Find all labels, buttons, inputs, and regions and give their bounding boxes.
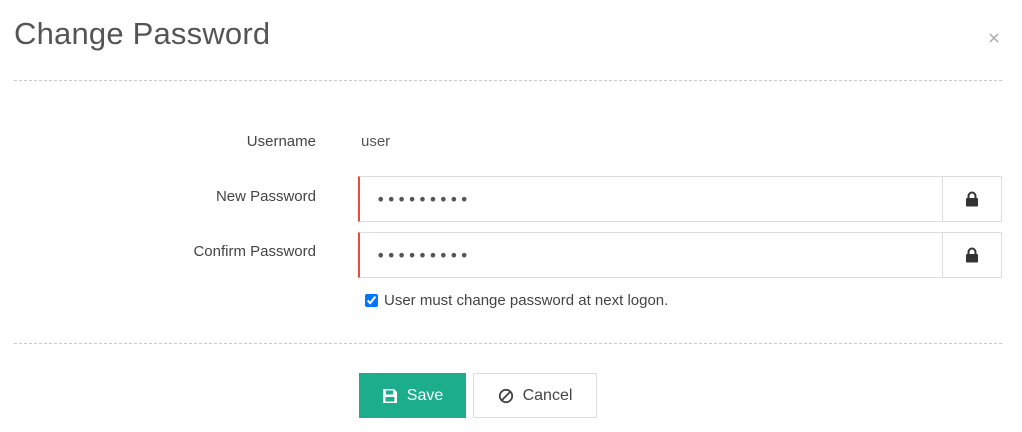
confirm-password-group	[358, 232, 1002, 278]
confirm-password-label: Confirm Password	[193, 243, 316, 260]
save-button-label: Save	[406, 386, 444, 404]
cancel-button-label: Cancel	[522, 386, 573, 404]
must-change-password-option[interactable]: User must change password at next logon.	[365, 292, 668, 309]
footer-divider	[14, 343, 1002, 344]
new-password-group	[358, 176, 1002, 222]
must-change-password-label: User must change password at next logon.	[384, 292, 669, 309]
ban-icon	[498, 388, 514, 404]
confirm-password-input[interactable]	[358, 232, 942, 278]
floppy-disk-icon	[382, 388, 398, 404]
username-label: Username	[246, 133, 316, 150]
header-divider	[14, 80, 1002, 81]
close-icon[interactable]	[986, 30, 1002, 46]
confirm-password-addon	[942, 232, 1002, 278]
dialog-title: Change Password	[14, 16, 271, 51]
new-password-label: New Password	[215, 188, 316, 205]
username-value: user	[361, 133, 391, 150]
dialog-header: Change Password	[14, 0, 1002, 80]
must-change-password-checkbox[interactable]	[365, 294, 378, 307]
lock-icon	[966, 247, 978, 263]
new-password-input[interactable]	[358, 176, 942, 222]
close-button[interactable]	[986, 30, 1002, 46]
change-password-dialog: Change Password Username user New Passwo…	[0, 0, 1022, 432]
save-button[interactable]: Save	[359, 373, 466, 418]
new-password-addon	[942, 176, 1002, 222]
lock-icon	[966, 191, 978, 207]
cancel-button[interactable]: Cancel	[473, 373, 597, 418]
